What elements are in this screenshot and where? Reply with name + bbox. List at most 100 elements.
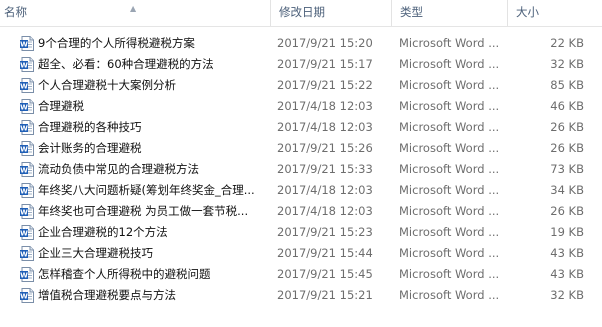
file-modified-date: 2017/9/21 15:45 (277, 267, 373, 281)
file-type: Microsoft Word ... (399, 99, 500, 113)
file-size: 19 KB (550, 225, 584, 239)
word-document-icon: W (20, 162, 34, 177)
file-type: Microsoft Word ... (399, 162, 500, 176)
column-header-name[interactable]: ▲ 名称 (0, 0, 270, 26)
svg-text:W: W (20, 251, 28, 259)
file-name: 合理避税的各种技巧 (38, 120, 142, 134)
column-header-name-label: 名称 (4, 5, 27, 19)
file-name: 怎样稽查个人所得税中的避税问题 (38, 267, 211, 281)
file-size: 85 KB (550, 78, 584, 92)
svg-text:W: W (20, 41, 28, 49)
file-type: Microsoft Word ... (399, 204, 500, 218)
file-type: Microsoft Word ... (399, 246, 500, 260)
file-row[interactable]: W 个人合理避税十大案例分析 2017/9/21 15:22 Microsoft Wo… (0, 75, 602, 96)
word-document-icon: W (20, 36, 34, 51)
word-document-icon: W (20, 267, 34, 282)
column-header-type[interactable]: 类型 (391, 0, 507, 26)
column-header-size-label: 大小 (516, 5, 539, 19)
column-header-size[interactable]: 大小 (507, 0, 602, 26)
file-row[interactable]: W 怎样稽查个人所得税中的避税问题 2017/9/21 15:45 Microsoft… (0, 264, 602, 285)
file-size: 32 KB (550, 57, 584, 71)
file-type: Microsoft Word ... (399, 141, 500, 155)
svg-text:W: W (20, 209, 28, 217)
file-size: 43 KB (550, 267, 584, 281)
file-type: Microsoft Word ... (399, 183, 500, 197)
file-row[interactable]: W 流动负债中常见的合理避税方法 2017/9/21 15:33 Microsoft … (0, 159, 602, 180)
file-modified-date: 2017/9/21 15:44 (277, 246, 373, 260)
word-document-icon: W (20, 57, 34, 72)
svg-text:W: W (20, 146, 28, 154)
file-name: 年终奖也可合理避税 为员工做一套节税... (38, 204, 249, 218)
file-size: 73 KB (550, 162, 584, 176)
column-header-bar: ▲ 名称 修改日期 类型 大小 (0, 0, 602, 27)
word-document-icon: W (20, 183, 34, 198)
file-modified-date: 2017/9/21 15:17 (277, 57, 373, 71)
file-modified-date: 2017/9/21 15:26 (277, 141, 373, 155)
file-modified-date: 2017/9/21 15:23 (277, 225, 373, 239)
word-document-icon: W (20, 225, 34, 240)
file-size: 26 KB (550, 120, 584, 134)
file-size: 22 KB (550, 36, 584, 50)
file-size: 26 KB (550, 204, 584, 218)
file-size: 32 KB (550, 288, 584, 302)
file-row[interactable]: W 企业合理避税的12个方法 2017/9/21 15:23 Microsoft Wo… (0, 222, 602, 243)
file-name: 9个合理的个人所得税避税方案 (38, 36, 195, 50)
file-modified-date: 2017/9/21 15:21 (277, 288, 373, 302)
file-row[interactable]: W 合理避税 2017/4/18 12:03 Microsoft Word ... 46… (0, 96, 602, 117)
file-row[interactable]: W 9个合理的个人所得税避税方案 2017/9/21 15:20 Microsoft … (0, 33, 602, 54)
file-name: 企业合理避税的12个方法 (38, 225, 168, 239)
file-type: Microsoft Word ... (399, 36, 500, 50)
file-row[interactable]: W 增值税合理避税要点与方法 2017/9/21 15:21 Microsoft Wo… (0, 285, 602, 306)
file-row[interactable]: W 合理避税的各种技巧 2017/4/18 12:03 Microsoft Word … (0, 117, 602, 138)
file-row[interactable]: W 会计账务的合理避税 2017/9/21 15:26 Microsoft Word … (0, 138, 602, 159)
file-name: 增值税合理避税要点与方法 (38, 288, 176, 302)
file-type: Microsoft Word ... (399, 225, 500, 239)
file-modified-date: 2017/9/21 15:33 (277, 162, 373, 176)
file-type: Microsoft Word ... (399, 267, 500, 281)
svg-text:W: W (20, 62, 28, 70)
word-document-icon: W (20, 120, 34, 135)
file-type: Microsoft Word ... (399, 288, 500, 302)
file-modified-date: 2017/4/18 12:03 (277, 120, 373, 134)
file-size: 26 KB (550, 141, 584, 155)
file-row[interactable]: W 企业三大合理避税技巧 2017/9/21 15:44 Microsoft Word… (0, 243, 602, 264)
svg-text:W: W (20, 167, 28, 175)
svg-text:W: W (20, 293, 28, 301)
file-name: 超全、必看：60种合理避税的方法 (38, 57, 214, 71)
file-type: Microsoft Word ... (399, 120, 500, 134)
svg-text:W: W (20, 272, 28, 280)
word-document-icon: W (20, 246, 34, 261)
file-modified-date: 2017/4/18 12:03 (277, 183, 373, 197)
file-name: 会计账务的合理避税 (38, 141, 142, 155)
file-modified-date: 2017/4/18 12:03 (277, 99, 373, 113)
column-header-type-label: 类型 (400, 5, 423, 19)
file-name: 流动负债中常见的合理避税方法 (38, 162, 199, 176)
word-document-icon: W (20, 99, 34, 114)
file-name: 个人合理避税十大案例分析 (38, 78, 176, 92)
file-name: 合理避税 (38, 99, 84, 113)
file-name: 年终奖八大问题析疑(筹划年终奖金_合理... (38, 183, 255, 197)
file-row[interactable]: W 超全、必看：60种合理避税的方法 2017/9/21 15:17 Microsof… (0, 54, 602, 75)
word-document-icon: W (20, 204, 34, 219)
file-type: Microsoft Word ... (399, 57, 500, 71)
word-document-icon: W (20, 78, 34, 93)
file-name: 企业三大合理避税技巧 (38, 246, 153, 260)
column-header-date-label: 修改日期 (279, 5, 325, 19)
sort-caret-icon: ▲ (130, 4, 137, 13)
file-modified-date: 2017/9/21 15:22 (277, 78, 373, 92)
svg-text:W: W (20, 188, 28, 196)
file-size: 34 KB (550, 183, 584, 197)
file-size: 43 KB (550, 246, 584, 260)
svg-text:W: W (20, 125, 28, 133)
svg-text:W: W (20, 104, 28, 112)
column-header-date[interactable]: 修改日期 (270, 0, 391, 26)
word-document-icon: W (20, 141, 34, 156)
file-size: 46 KB (550, 99, 584, 113)
file-list: W 9个合理的个人所得税避税方案 2017/9/21 15:20 Microsoft … (0, 33, 602, 306)
file-type: Microsoft Word ... (399, 78, 500, 92)
file-row[interactable]: W 年终奖八大问题析疑(筹划年终奖金_合理... 2017/4/18 12:03 Mi… (0, 180, 602, 201)
word-document-icon: W (20, 288, 34, 303)
file-row[interactable]: W 年终奖也可合理避税 为员工做一套节税... 2017/4/18 12:03 Mic… (0, 201, 602, 222)
file-modified-date: 2017/9/21 15:20 (277, 36, 373, 50)
file-modified-date: 2017/4/18 12:03 (277, 204, 373, 218)
